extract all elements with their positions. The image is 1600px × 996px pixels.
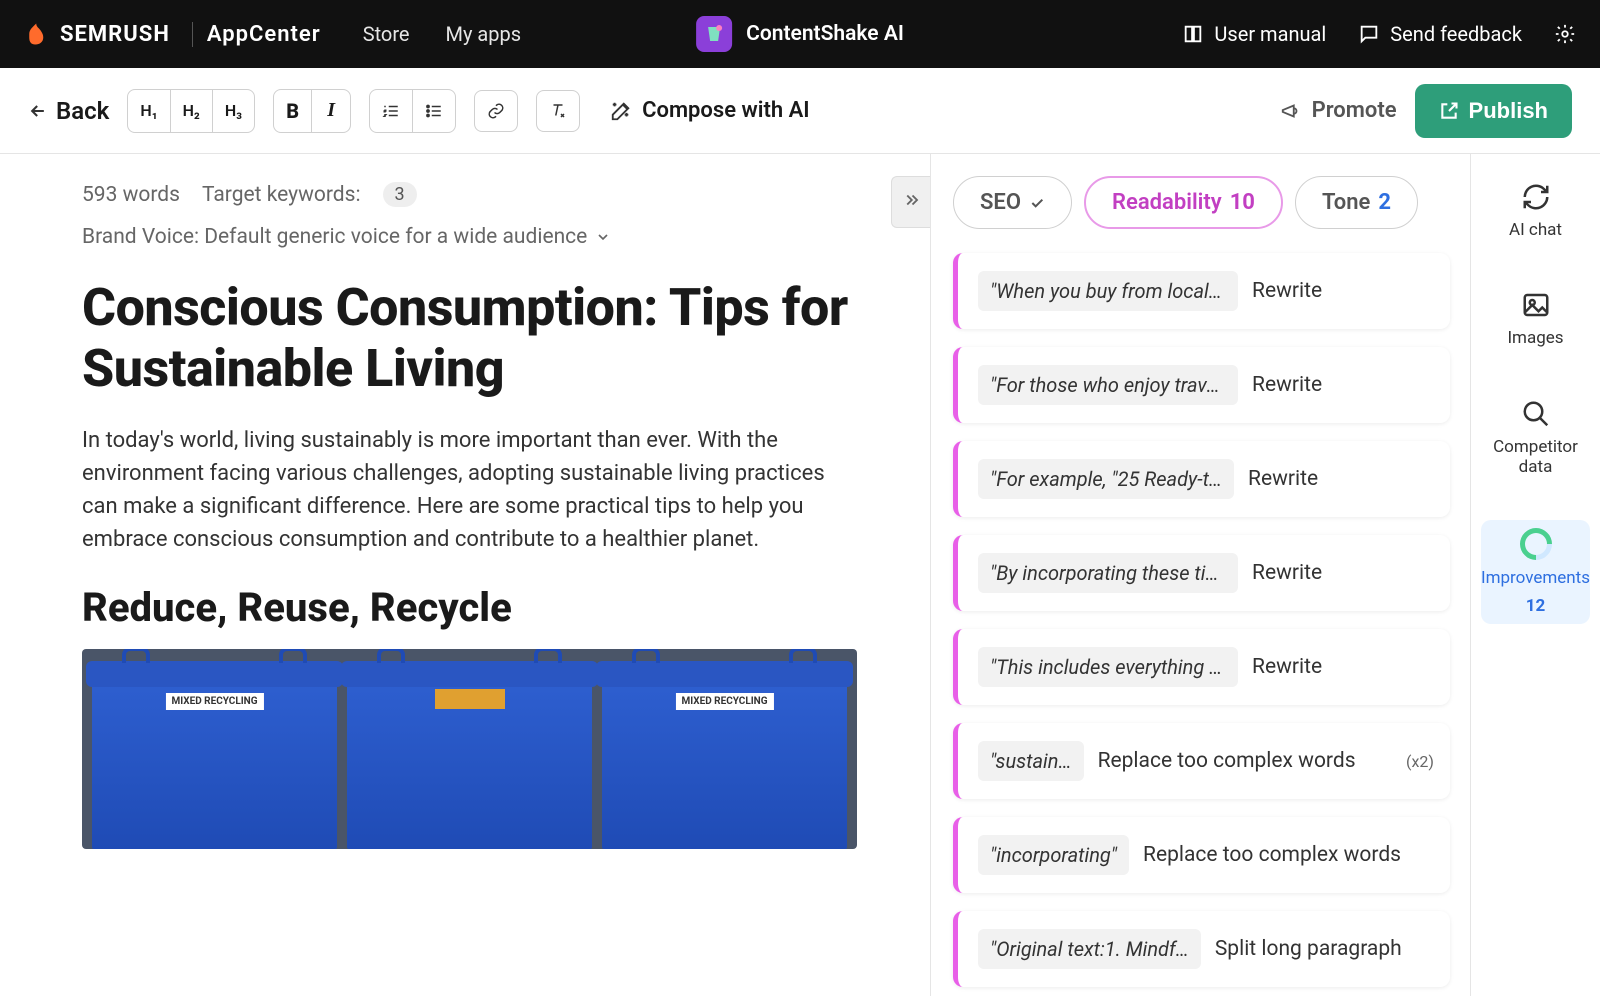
user-manual-link[interactable]: User manual (1182, 22, 1326, 46)
megaphone-icon (1280, 100, 1302, 122)
back-button[interactable]: Back (28, 97, 109, 125)
article-intro[interactable]: In today's world, living sustainably is … (82, 424, 857, 556)
rail-competitor-data[interactable]: Competitor data (1471, 391, 1600, 486)
compose-ai-button[interactable]: Compose with AI (610, 98, 810, 123)
collapse-panel-button[interactable] (891, 176, 930, 228)
link-button[interactable] (474, 90, 518, 132)
brand-voice-selector[interactable]: Brand Voice: Default generic voice for a… (82, 225, 868, 249)
flame-icon (24, 20, 52, 48)
main-area: 593 words Target keywords: 3 Brand Voice… (0, 154, 1600, 996)
suggestion-count: (x2) (1406, 752, 1434, 771)
suggestion-item[interactable]: "For those who enjoy travel… Rewrite (953, 347, 1450, 423)
editor-toolbar: Back H₁ H₂ H₃ B I Compose with AI Promot… (0, 68, 1600, 154)
rail-improvements[interactable]: Improvements 12 (1481, 520, 1590, 625)
suggestion-action: Rewrite (1252, 655, 1434, 679)
topbar-right: User manual Send feedback (1182, 22, 1576, 46)
suggestion-item[interactable]: "sustain… Replace too complex words (x2) (953, 723, 1450, 799)
suggestion-action: Replace too complex words (1143, 843, 1434, 867)
section-heading[interactable]: Reduce, Reuse, Recycle (82, 584, 868, 631)
nav-my-apps[interactable]: My apps (446, 22, 522, 46)
article-image[interactable]: MIXED RECYCLING MIXED RECYCLING (82, 649, 857, 849)
unordered-list-button[interactable] (413, 90, 455, 132)
suggestion-action: Rewrite (1252, 373, 1434, 397)
suggestion-item[interactable]: "incorporating" Replace too complex words (953, 817, 1450, 893)
h3-button[interactable]: H₃ (213, 90, 254, 132)
send-feedback-link[interactable]: Send feedback (1358, 22, 1522, 46)
top-nav: Store My apps (363, 22, 521, 46)
suggestion-item[interactable]: "This includes everything fr… Rewrite (953, 629, 1450, 705)
suggestion-tabs: SEO Readability 10 Tone 2 (953, 176, 1450, 229)
suggestion-quote: "For example, "25 Ready-t… (978, 459, 1234, 499)
suggestion-action: Split long paragraph (1215, 937, 1434, 961)
chevron-down-icon (595, 229, 611, 245)
editor-meta: 593 words Target keywords: 3 (82, 182, 868, 207)
gear-icon[interactable] (1554, 23, 1576, 45)
tab-seo[interactable]: SEO (953, 176, 1072, 229)
format-group: B I (273, 89, 351, 133)
tab-readability[interactable]: Readability 10 (1084, 176, 1283, 229)
suggestion-quote: "By incorporating these tip… (978, 553, 1238, 593)
appcenter-label: AppCenter (192, 22, 321, 47)
suggestion-quote: "This includes everything fr… (978, 647, 1238, 687)
suggestion-item[interactable]: "When you buy from local f… Rewrite (953, 253, 1450, 329)
suggestion-action: Replace too complex words (1098, 749, 1392, 773)
chevrons-right-icon (902, 191, 920, 209)
suggestion-item[interactable]: "By incorporating these tip… Rewrite (953, 535, 1450, 611)
suggestion-list: "When you buy from local f…Rewrite"For t… (953, 253, 1450, 987)
topbar: SEMRUSH AppCenter Store My apps ContentS… (0, 0, 1600, 68)
suggestion-quote: "incorporating" (978, 835, 1129, 875)
suggestion-quote: "When you buy from local f… (978, 271, 1238, 311)
tab-tone[interactable]: Tone 2 (1295, 176, 1418, 229)
image-icon (1521, 290, 1551, 320)
suggestion-action: Rewrite (1248, 467, 1434, 491)
book-icon (1182, 23, 1204, 45)
semrush-logo[interactable]: SEMRUSH AppCenter (24, 20, 321, 48)
improvements-count: 12 (1526, 596, 1546, 616)
suggestion-quote: "For those who enjoy travel… (978, 365, 1238, 405)
nav-store[interactable]: Store (363, 22, 410, 46)
heading-group: H₁ H₂ H₃ (127, 89, 255, 133)
ordered-list-button[interactable] (370, 90, 413, 132)
suggestion-action: Rewrite (1252, 561, 1434, 585)
app-name: ContentShake AI (746, 22, 904, 46)
wand-icon (610, 100, 632, 122)
promote-button[interactable]: Promote (1280, 98, 1397, 123)
current-app[interactable]: ContentShake AI (696, 16, 904, 52)
share-arrow-icon (1439, 101, 1459, 121)
suggestion-action: Rewrite (1252, 279, 1434, 303)
editor-pane: 593 words Target keywords: 3 Brand Voice… (0, 154, 930, 996)
refresh-icon (1521, 182, 1551, 212)
check-icon (1029, 195, 1045, 211)
italic-button[interactable]: I (312, 90, 350, 132)
word-count: 593 words (82, 183, 180, 207)
h1-button[interactable]: H₁ (128, 90, 170, 132)
suggestions-panel: SEO Readability 10 Tone 2 "When you buy … (930, 154, 1470, 996)
chat-icon (1358, 23, 1380, 45)
bold-button[interactable]: B (274, 90, 312, 132)
target-keywords-label: Target keywords: (202, 183, 361, 207)
suggestion-quote: "sustain… (978, 741, 1084, 781)
suggestion-quote: "Original text:1. Mindf… (978, 929, 1201, 969)
progress-ring-icon (1513, 521, 1558, 566)
search-icon (1521, 399, 1551, 429)
right-rail: AI chat Images Competitor data Improveme… (1470, 154, 1600, 996)
suggestion-item[interactable]: "For example, "25 Ready-t… Rewrite (953, 441, 1450, 517)
h2-button[interactable]: H₂ (171, 90, 213, 132)
target-keywords-count[interactable]: 3 (383, 182, 417, 207)
article-title[interactable]: Conscious Consumption: Tips for Sustaina… (82, 277, 868, 400)
suggestion-item[interactable]: "Original text:1. Mindf… Split long parag… (953, 911, 1450, 987)
arrow-left-icon (28, 101, 48, 121)
rail-images[interactable]: Images (1471, 282, 1600, 356)
publish-button[interactable]: Publish (1415, 84, 1572, 138)
brand-text: SEMRUSH (60, 22, 170, 47)
list-group (369, 89, 456, 133)
app-icon (696, 16, 732, 52)
rail-ai-chat[interactable]: AI chat (1471, 174, 1600, 248)
clear-format-button[interactable] (536, 90, 580, 132)
